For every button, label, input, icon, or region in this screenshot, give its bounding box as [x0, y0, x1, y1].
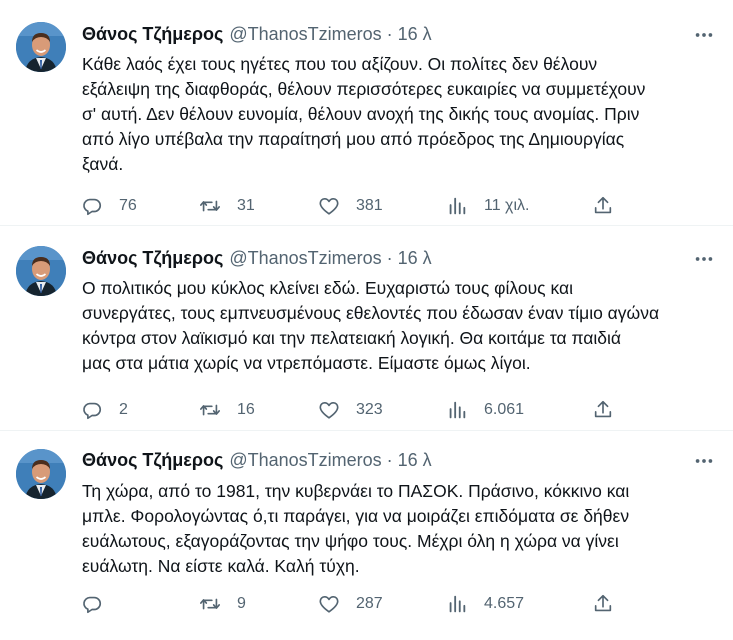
avatar-image — [16, 449, 66, 499]
header-separator: · — [386, 247, 393, 268]
reply-icon — [83, 596, 102, 614]
author-display-name[interactable]: Θάνος Τζήμερος — [82, 450, 223, 471]
author-handle[interactable]: @ThanosTzimeros — [229, 248, 381, 269]
tweet[interactable]: Θάνος Τζήμερος @ThanosTzimeros · 16 λ Ο … — [0, 226, 733, 431]
header-separator: · — [386, 23, 393, 44]
tweet-text-line: ξανά. — [82, 154, 124, 174]
reply-button[interactable]: 2 — [81, 395, 128, 425]
views-icon — [449, 401, 466, 419]
tweet-text: Ο πολιτικός μου κύκλος κλείνει εδώ. Ευχα… — [82, 276, 722, 376]
reply-count: 76 — [119, 197, 137, 214]
reply-count: 2 — [119, 401, 128, 418]
views-count: 6.061 — [484, 401, 525, 418]
like-count: 381 — [356, 197, 383, 214]
views-count: 11 χιλ. — [484, 197, 530, 214]
tweet-text-line: εξάλειψη της διαφθοράς, θέλουν περισσότε… — [82, 79, 646, 99]
retweet-button[interactable]: 9 — [199, 589, 246, 619]
reply-button[interactable] — [81, 589, 119, 619]
tweet-text-line: Κάθε λαός έχει τους ηγέτες που του αξίζο… — [82, 54, 598, 74]
like-icon — [319, 402, 339, 419]
more-icon — [695, 257, 713, 261]
tweet-text-line: μπλε. Φορολογώντας ό,τι παράγει, για να … — [82, 506, 630, 526]
like-count: 323 — [356, 401, 383, 418]
retweet-button[interactable]: 16 — [199, 395, 255, 425]
tweet-text-line: μας στα μάτια χωρίς να ντρεπόμαστε. Είμα… — [82, 353, 531, 373]
views-icon — [449, 197, 466, 215]
reply-button[interactable]: 76 — [81, 191, 137, 221]
tweet-text-line: Ο πολιτικός μου κύκλος κλείνει εδώ. Ευχα… — [82, 278, 573, 298]
tweet-text-line: κόντρα στον λαϊκισμό και την πελατειακή … — [82, 328, 622, 348]
like-button[interactable]: 381 — [318, 191, 383, 221]
tweet[interactable]: Θάνος Τζήμερος @ThanosTzimeros · 16 λ Κά… — [0, 0, 733, 226]
avatar-image — [16, 246, 66, 296]
retweet-count: 31 — [237, 197, 255, 214]
views-count: 4.657 — [484, 595, 525, 612]
tweet-timestamp[interactable]: 16 λ — [398, 248, 432, 269]
header-separator: · — [386, 449, 393, 470]
author-handle[interactable]: @ThanosTzimeros — [229, 24, 381, 45]
retweet-icon — [200, 598, 220, 610]
tweet-timestamp[interactable]: 16 λ — [398, 450, 432, 471]
share-icon — [594, 196, 612, 214]
author-handle[interactable]: @ThanosTzimeros — [229, 450, 381, 471]
like-icon — [319, 198, 339, 215]
share-icon — [594, 594, 612, 612]
author-display-name[interactable]: Θάνος Τζήμερος — [82, 248, 223, 269]
more-options-button[interactable] — [690, 24, 718, 46]
tweet-actions: 9 287 4.657 — [0, 589, 733, 619]
more-options-button[interactable] — [690, 248, 718, 270]
tweet-header: Θάνος Τζήμερος @ThanosTzimeros · 16 λ — [82, 23, 432, 45]
tweet-actions: 76 31 381 11 χιλ. — [0, 191, 733, 221]
tweet-text-line: ευάλωτη. Να είστε καλά. Καλή τύχη. — [82, 556, 360, 576]
retweet-count: 16 — [237, 401, 255, 418]
tweet-feed: Θάνος Τζήμερος @ThanosTzimeros · 16 λ Κά… — [0, 0, 733, 640]
avatar-image — [16, 22, 66, 72]
like-count: 287 — [356, 595, 383, 612]
retweet-button[interactable]: 31 — [199, 191, 255, 221]
reply-icon — [83, 198, 102, 216]
retweet-icon — [200, 200, 220, 212]
avatar[interactable] — [16, 246, 66, 296]
more-options-button[interactable] — [690, 450, 718, 472]
share-icon — [594, 400, 612, 418]
avatar[interactable] — [16, 22, 66, 72]
tweet-text-line: Τη χώρα, από το 1981, την κυβερνάει το Π… — [82, 481, 630, 501]
author-display-name[interactable]: Θάνος Τζήμερος — [82, 24, 223, 45]
tweet-timestamp[interactable]: 16 λ — [398, 24, 432, 45]
tweet-text-line: σ' αυτή. Δεν θέλουν ευνομία, θέλουν ανοχ… — [82, 104, 640, 124]
avatar[interactable] — [16, 449, 66, 499]
retweet-count: 9 — [237, 595, 246, 612]
share-button[interactable] — [592, 191, 614, 221]
views-button[interactable]: 6.061 — [446, 395, 524, 425]
views-button[interactable]: 4.657 — [446, 589, 524, 619]
reply-icon — [83, 402, 102, 420]
tweet-text-line: από λίγο υπέβαλα την παραίτησή μου από π… — [82, 129, 625, 149]
views-button[interactable]: 11 χιλ. — [446, 191, 529, 221]
more-icon — [695, 459, 713, 463]
tweet[interactable]: Θάνος Τζήμερος @ThanosTzimeros · 16 λ Τη… — [0, 431, 733, 640]
tweet-text: Κάθε λαός έχει τους ηγέτες που του αξίζο… — [82, 52, 722, 177]
views-icon — [449, 595, 466, 613]
share-button[interactable] — [592, 589, 614, 619]
like-icon — [319, 596, 339, 613]
tweet-actions: 2 16 323 6.061 — [0, 395, 733, 425]
tweet-text: Τη χώρα, από το 1981, την κυβερνάει το Π… — [82, 479, 722, 579]
more-icon — [695, 33, 713, 37]
share-button[interactable] — [592, 395, 614, 425]
tweet-header: Θάνος Τζήμερος @ThanosTzimeros · 16 λ — [82, 247, 432, 269]
tweet-text-line: συνεργάτες, τους εμπνευσμένους εθελοντές… — [82, 303, 660, 323]
tweet-header: Θάνος Τζήμερος @ThanosTzimeros · 16 λ — [82, 449, 432, 471]
like-button[interactable]: 287 — [318, 589, 383, 619]
retweet-icon — [200, 404, 220, 416]
like-button[interactable]: 323 — [318, 395, 383, 425]
tweet-text-line: ευάλωτους, εξαγοράζοντας την ψήφο τους. … — [82, 531, 619, 551]
